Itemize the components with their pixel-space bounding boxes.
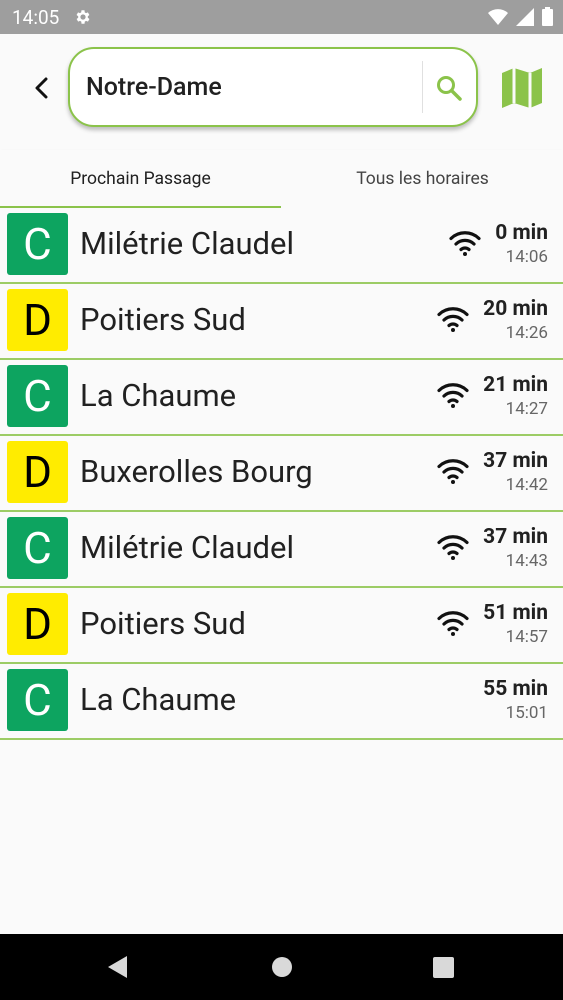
departure-row[interactable]: D Poitiers Sud 20 min 14:26 <box>0 284 563 360</box>
map-button[interactable] <box>498 64 546 112</box>
map-icon <box>502 68 542 108</box>
departure-time: 14:06 <box>505 247 548 267</box>
departure-list: C Milétrie Claudel 0 min 14:06 D Poitiers Sud… <box>0 208 563 740</box>
minutes-until-departure: 37 min <box>483 525 548 549</box>
tab-prochain-passage[interactable]: Prochain Passage <box>0 150 281 208</box>
departure-row[interactable]: C Milétrie Claudel 37 min 14:43 <box>0 512 563 588</box>
line-badge: D <box>7 593 68 655</box>
destination-label: Milétrie Claudel <box>80 225 295 262</box>
line-badge: C <box>7 517 68 579</box>
destination-label: La Chaume <box>80 377 237 414</box>
destination-label: Buxerolles Bourg <box>80 453 313 490</box>
realtime-signal-icon <box>437 305 469 333</box>
nav-recent-apps-icon[interactable] <box>433 957 454 982</box>
destination-label: Poitiers Sud <box>80 605 246 642</box>
minutes-until-departure: 21 min <box>483 373 548 397</box>
line-badge: C <box>7 669 68 731</box>
realtime-signal-icon <box>449 229 481 257</box>
realtime-signal-icon <box>437 457 469 485</box>
tab-tous-les-horaires[interactable]: Tous les horaires <box>282 150 563 208</box>
battery-icon <box>542 7 553 26</box>
tab-bar: Prochain Passage Tous les horaires <box>0 150 563 209</box>
search-button[interactable] <box>432 71 466 105</box>
line-badge: C <box>7 213 68 275</box>
back-button[interactable] <box>24 70 60 106</box>
settings-gear-icon <box>74 8 92 26</box>
stop-search-input[interactable]: Notre-Dame <box>86 73 222 102</box>
system-nav-bar <box>0 934 563 1000</box>
destination-label: La Chaume <box>80 681 237 718</box>
departure-row[interactable]: D Poitiers Sud 51 min 14:57 <box>0 588 563 664</box>
wifi-status-icon <box>488 8 508 26</box>
minutes-until-departure: 0 min <box>495 221 548 245</box>
departure-row[interactable]: C Milétrie Claudel 0 min 14:06 <box>0 208 563 284</box>
status-icons <box>488 7 553 26</box>
destination-label: Milétrie Claudel <box>80 529 295 566</box>
realtime-signal-icon <box>437 381 469 409</box>
nav-home-icon[interactable] <box>271 956 293 982</box>
departure-row[interactable]: D Buxerolles Bourg 37 min 14:42 <box>0 436 563 512</box>
chevron-left-icon <box>35 77 48 99</box>
minutes-until-departure: 55 min <box>483 677 548 701</box>
departure-time: 14:27 <box>505 399 548 419</box>
cell-signal-icon <box>516 7 534 26</box>
status-time: 14:05 <box>12 6 60 29</box>
stop-search-box[interactable]: Notre-Dame <box>68 47 478 127</box>
departure-time: 14:42 <box>505 475 548 495</box>
minutes-until-departure: 51 min <box>483 601 548 625</box>
minutes-until-departure: 20 min <box>483 297 548 321</box>
departure-row[interactable]: C La Chaume 55 min 15:01 <box>0 664 563 740</box>
departure-time: 14:57 <box>505 627 548 647</box>
app-header: Notre-Dame <box>0 34 563 150</box>
line-badge: C <box>7 365 68 427</box>
line-badge: D <box>7 289 68 351</box>
line-badge: D <box>7 441 68 503</box>
realtime-signal-icon <box>437 609 469 637</box>
destination-label: Poitiers Sud <box>80 301 246 338</box>
nav-back-icon[interactable] <box>106 955 128 983</box>
departure-time: 14:26 <box>505 323 548 343</box>
departure-time: 15:01 <box>505 703 548 723</box>
minutes-until-departure: 37 min <box>483 449 548 473</box>
departure-time: 14:43 <box>505 551 548 571</box>
status-bar: 14:05 <box>0 0 563 34</box>
search-icon <box>437 76 462 101</box>
realtime-signal-icon <box>437 533 469 561</box>
departure-row[interactable]: C La Chaume 21 min 14:27 <box>0 360 563 436</box>
search-divider <box>422 61 423 113</box>
